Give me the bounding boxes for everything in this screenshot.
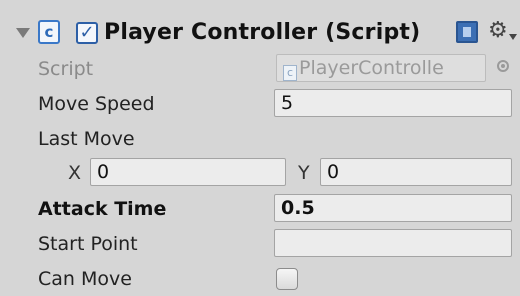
last-move-label: Last Move: [38, 128, 135, 150]
can-move-label: Can Move: [38, 268, 132, 290]
component-title: Player Controller (Script): [104, 20, 421, 45]
last-move-x-input[interactable]: 0: [90, 158, 286, 186]
start-point-label: Start Point: [38, 233, 138, 255]
move-speed-input[interactable]: 5: [274, 89, 512, 117]
gear-dropdown-caret-icon[interactable]: [509, 34, 517, 40]
last-move-y-input[interactable]: 0: [320, 158, 512, 186]
attack-time-input[interactable]: 0.5: [274, 194, 512, 222]
inspector-component-panel: c ✓ Player Controller (Script) ⚙ Script …: [0, 0, 520, 296]
help-book-icon[interactable]: [456, 21, 478, 43]
move-speed-label: Move Speed: [38, 93, 155, 115]
attack-time-label: Attack Time: [38, 198, 167, 220]
component-enabled-checkbox[interactable]: ✓: [76, 22, 98, 44]
foldout-triangle-icon[interactable]: [16, 28, 30, 38]
script-object-field: c PlayerControlle: [276, 54, 486, 82]
script-icon: c: [38, 20, 60, 44]
component-header: c ✓ Player Controller (Script) ⚙: [0, 12, 520, 56]
script-asset-icon: c: [283, 65, 297, 81]
start-point-input[interactable]: [274, 229, 512, 257]
script-object-value: PlayerControlle: [299, 57, 444, 79]
last-move-y-label: Y: [298, 162, 310, 184]
gear-icon[interactable]: ⚙: [488, 18, 508, 44]
can-move-checkbox[interactable]: [276, 268, 298, 290]
script-label: Script: [38, 58, 94, 80]
last-move-x-label: X: [68, 162, 82, 184]
object-picker-icon[interactable]: [497, 60, 509, 72]
